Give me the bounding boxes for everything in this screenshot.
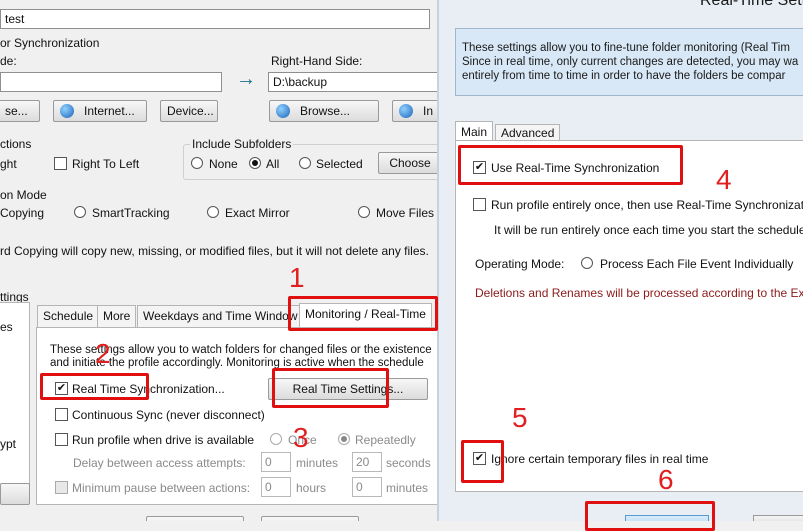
- dialog-title: Real-Time Setti: [700, 0, 803, 9]
- deletions-note: Deletions and Renames will be processed …: [475, 286, 803, 300]
- min-pause-label: Minimum pause between actions:: [72, 481, 251, 495]
- delay-minutes-unit: minutes: [296, 456, 339, 470]
- run-when-drive-label: Run profile when drive is available: [72, 433, 255, 447]
- subfolder-all-radio[interactable]: [249, 157, 261, 169]
- subfolder-selected-label: Selected: [316, 157, 363, 171]
- info-line-2: Since in real time, only current changes…: [462, 56, 799, 68]
- subfolder-all-label: All: [266, 157, 280, 171]
- list-item[interactable]: es: [0, 320, 13, 334]
- run-once-checkbox[interactable]: [473, 198, 486, 211]
- profile-name-value: test: [5, 12, 25, 26]
- delay-seconds-unit: seconds: [386, 456, 431, 470]
- profile-settings-window: test or Synchronization de: Right-Hand S…: [0, 0, 437, 521]
- globe-icon: [60, 104, 74, 118]
- mode-label: on Mode: [0, 188, 47, 202]
- pause-minutes-input[interactable]: 0: [352, 477, 382, 497]
- delay-seconds-input[interactable]: 20: [352, 452, 382, 472]
- run-once-label: Run profile entirely once, then use Real…: [491, 198, 803, 212]
- right-path-value: D:\backup: [273, 75, 328, 89]
- delay-minutes-input[interactable]: 0: [261, 452, 291, 472]
- device-button[interactable]: Device...: [160, 100, 218, 122]
- operating-mode-label: Operating Mode:: [475, 257, 565, 271]
- internet-button-label: Internet...: [84, 104, 135, 118]
- settings-list[interactable]: es ypt: [0, 302, 30, 502]
- info-line-3: entirely from time to time in order to h…: [462, 70, 786, 82]
- right-internet-label: In: [423, 104, 434, 118]
- info-box: These settings allow you to fine-tune fo…: [455, 28, 803, 96]
- operating-mode-option-label: Process Each File Event Individually: [600, 257, 794, 271]
- tab-weekdays-time-window[interactable]: Weekdays and Time Window: [137, 305, 304, 327]
- mode-exact-mirror-radio[interactable]: [207, 206, 219, 218]
- tab-schedule[interactable]: Schedule: [37, 305, 100, 327]
- device-button-label: Device...: [167, 104, 214, 118]
- mode-smarttracking-radio[interactable]: [74, 206, 86, 218]
- profile-name-field[interactable]: test: [0, 9, 430, 29]
- pause-hours-unit: hours: [296, 481, 327, 495]
- right-side-label: Right-Hand Side:: [271, 54, 363, 68]
- once-radio[interactable]: [270, 433, 282, 445]
- info-line-1: These settings allow you to fine-tune fo…: [462, 42, 790, 54]
- mode-description: rd Copying will copy new, missing, or mo…: [0, 244, 429, 258]
- right-internet-button[interactable]: In: [392, 100, 437, 122]
- choose-button-label: Choose: [389, 156, 431, 170]
- run-once-note: It will be run entirely once each time y…: [494, 223, 803, 237]
- subfolder-none-radio[interactable]: [191, 157, 203, 169]
- list-item[interactable]: ypt: [0, 437, 16, 451]
- folders-group-label: or Synchronization: [0, 36, 100, 50]
- step-2-label: 2: [95, 338, 111, 369]
- left-path-input[interactable]: [0, 72, 222, 92]
- annotation-box-2: [40, 373, 149, 400]
- globe-icon: [276, 104, 290, 118]
- continuous-sync-checkbox[interactable]: [55, 408, 68, 421]
- globe-icon: [399, 104, 413, 118]
- subfolder-none-label: None: [209, 157, 238, 171]
- ignore-temp-files-label: Ignore certain temporary files in real t…: [491, 452, 709, 466]
- left-side-label: de:: [0, 54, 17, 68]
- direction-right-option[interactable]: ght: [0, 157, 17, 171]
- right-path-input[interactable]: D:\backup: [268, 72, 437, 92]
- run-when-drive-checkbox[interactable]: [55, 433, 68, 446]
- settings-list-button[interactable]: [0, 483, 30, 505]
- left-browse-button[interactable]: se...: [0, 100, 40, 122]
- continuous-sync-label: Continuous Sync (never disconnect): [72, 408, 265, 422]
- repeatedly-radio[interactable]: [338, 433, 350, 445]
- delay-label: Delay between access attempts:: [73, 456, 246, 470]
- mode-smarttracking-label: SmartTracking: [92, 206, 170, 220]
- operating-mode-radio[interactable]: [581, 257, 593, 269]
- tab-more[interactable]: More: [97, 305, 137, 327]
- annotation-box-3: [272, 368, 389, 408]
- repeatedly-label: Repeatedly: [355, 433, 416, 447]
- step-6-label: 6: [658, 464, 674, 495]
- mode-move-files-radio[interactable]: [358, 206, 370, 218]
- choose-button[interactable]: Choose: [378, 152, 437, 174]
- right-browse-button[interactable]: Browse...: [269, 100, 379, 122]
- step-5-label: 5: [512, 402, 528, 433]
- min-pause-checkbox[interactable]: [55, 481, 68, 494]
- include-subfolders-label: Include Subfolders: [190, 137, 294, 151]
- pause-minutes-unit: minutes: [386, 481, 429, 495]
- mode-move-files-label: Move Files: [376, 206, 435, 220]
- left-browse-label: se...: [5, 104, 28, 118]
- internet-button[interactable]: Internet...: [53, 100, 147, 122]
- mode-exact-mirror-label: Exact Mirror: [225, 206, 290, 220]
- real-time-main-panel: [455, 140, 803, 492]
- annotation-box-6: [585, 501, 715, 531]
- mode-copying-option[interactable]: Copying: [0, 206, 44, 220]
- arrow-right-icon: →: [236, 68, 256, 90]
- bottom-button[interactable]: [146, 516, 244, 521]
- annotation-box-5: [461, 440, 504, 483]
- annotation-box-4: [458, 145, 683, 185]
- right-browse-label: Browse...: [300, 104, 351, 118]
- bottom-button[interactable]: [261, 516, 359, 521]
- annotation-box-1: [288, 296, 438, 331]
- step-1-label: 1: [289, 262, 305, 293]
- cancel-button[interactable]: [753, 515, 803, 521]
- right-to-left-checkbox[interactable]: [54, 157, 67, 170]
- right-to-left-label: Right To Left: [72, 157, 140, 171]
- step-4-label: 4: [716, 164, 732, 195]
- pause-hours-input[interactable]: 0: [261, 477, 291, 497]
- subfolder-selected-radio[interactable]: [299, 157, 311, 169]
- step-3-label: 3: [293, 422, 309, 453]
- actions-label: ctions: [0, 137, 32, 151]
